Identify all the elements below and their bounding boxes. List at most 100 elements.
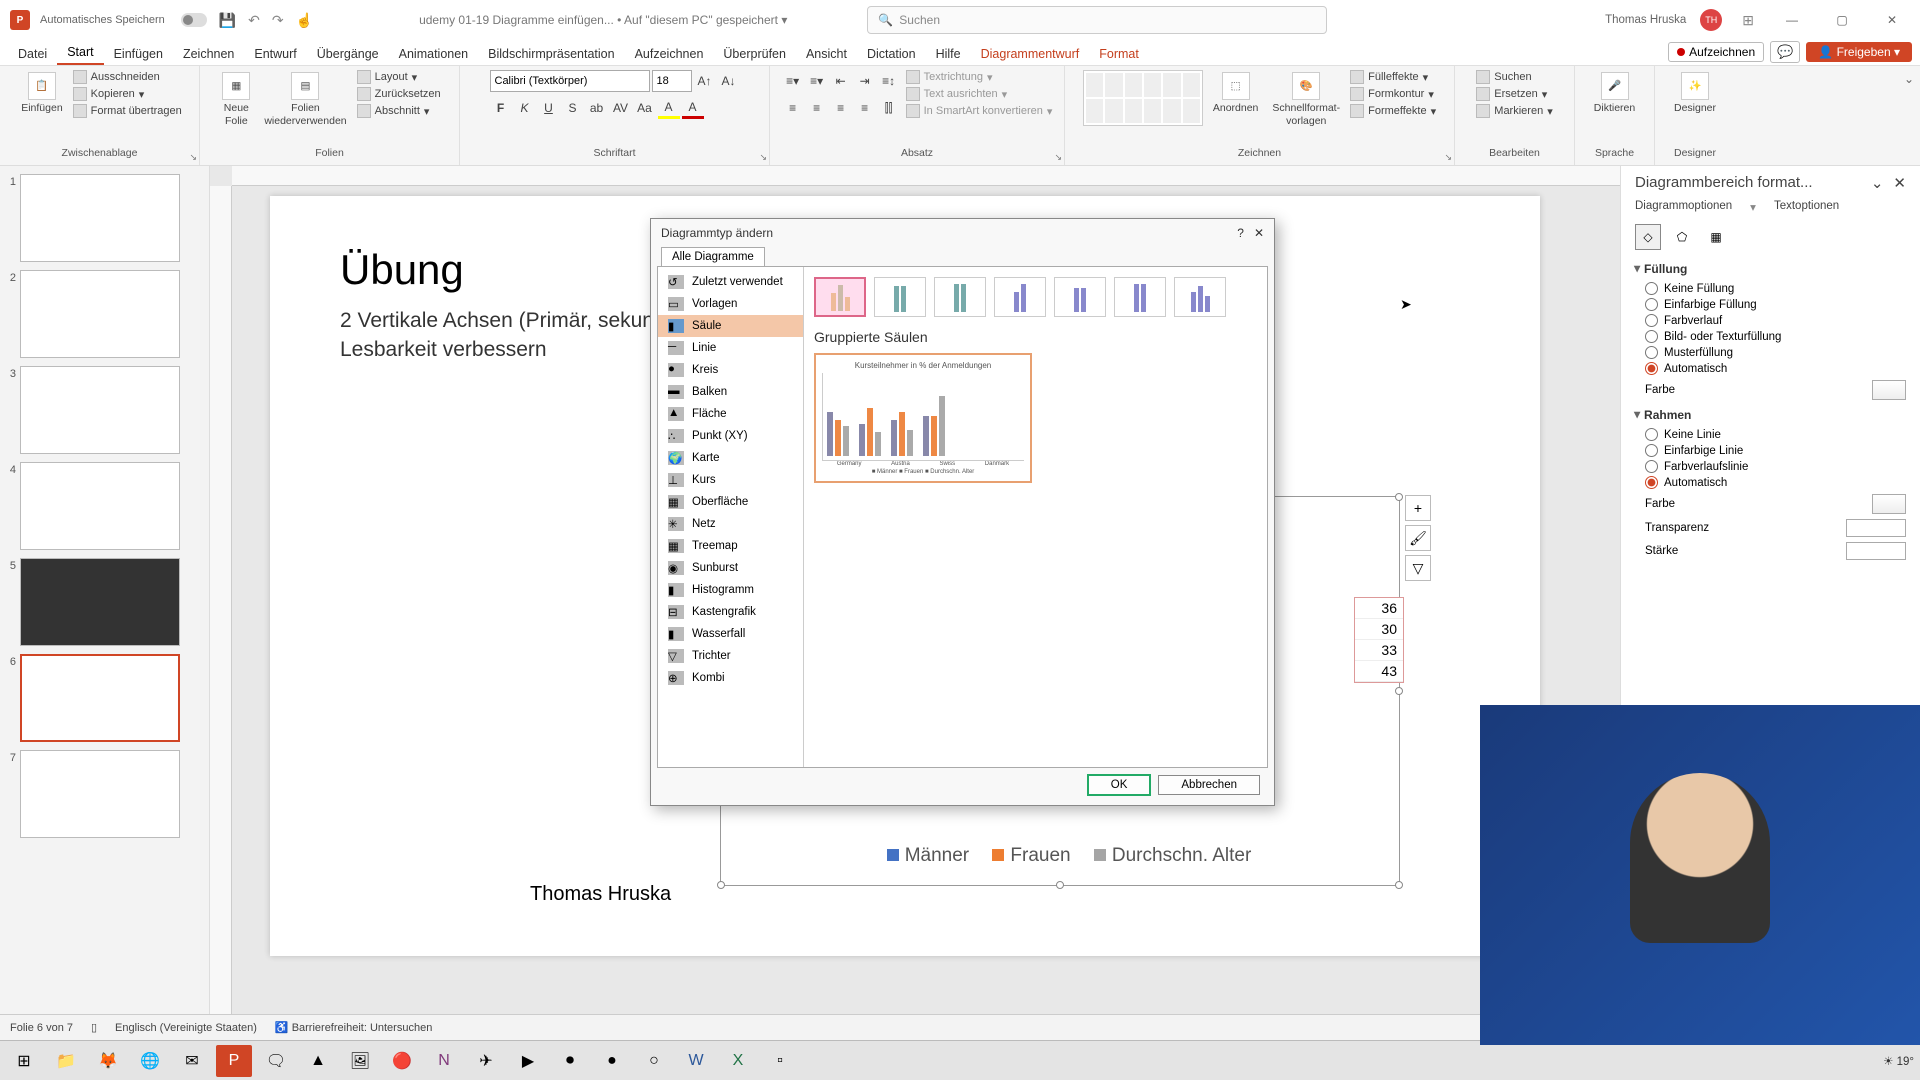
taskbar-app3-icon[interactable]: ▶ — [510, 1045, 546, 1077]
italic-button[interactable]: K — [514, 97, 536, 119]
dialog-tab-all[interactable]: Alle Diagramme — [661, 247, 765, 266]
maximize-button[interactable]: ▢ — [1824, 13, 1860, 27]
autosave-toggle[interactable] — [181, 13, 207, 27]
chart-filters-button[interactable]: ▽ — [1405, 555, 1431, 581]
touch-icon[interactable]: ☝ — [296, 12, 313, 29]
cat-templates[interactable]: ▭Vorlagen — [658, 293, 803, 315]
bullets-button[interactable]: ≡▾ — [782, 70, 804, 92]
comments-button[interactable]: 💬 — [1770, 41, 1800, 63]
highlight-button[interactable]: A — [658, 97, 680, 119]
dictate-button[interactable]: 🎤Diktieren — [1590, 70, 1639, 117]
cat-recent[interactable]: ↺Zuletzt verwendet — [658, 271, 803, 293]
subtype-3d-stacked[interactable] — [1054, 277, 1106, 317]
case-button[interactable]: Aa — [634, 97, 656, 119]
chart-options-link[interactable]: Diagrammoptionen — [1635, 200, 1732, 214]
weather-widget[interactable]: ☀ 19° — [1883, 1054, 1914, 1068]
designer-button[interactable]: ✨Designer — [1670, 70, 1720, 117]
cut-button[interactable]: Ausschneiden — [73, 70, 182, 84]
text-align-button[interactable]: Text ausrichten ▾ — [906, 87, 1053, 101]
cat-surface[interactable]: ▦Oberfläche — [658, 491, 803, 513]
font-launcher-icon[interactable]: ↘ — [759, 152, 767, 163]
fill-color-picker[interactable] — [1872, 380, 1906, 400]
dialog-cancel-button[interactable]: Abbrechen — [1158, 775, 1260, 795]
cat-column[interactable]: ▮Säule — [658, 315, 803, 337]
numbering-button[interactable]: ≡▾ — [806, 70, 828, 92]
fill-none-radio[interactable]: Keine Füllung — [1645, 282, 1906, 295]
cat-waterfall[interactable]: ▮Wasserfall — [658, 623, 803, 645]
cat-combo[interactable]: ⊕Kombi — [658, 667, 803, 689]
shape-outline-button[interactable]: Formkontur ▾ — [1350, 87, 1436, 101]
tab-einfuegen[interactable]: Einfügen — [104, 43, 173, 65]
fill-pattern-radio[interactable]: Musterfüllung — [1645, 346, 1906, 359]
cat-treemap[interactable]: ▦Treemap — [658, 535, 803, 557]
justify-button[interactable]: ≡ — [854, 97, 876, 119]
border-none-radio[interactable]: Keine Linie — [1645, 428, 1906, 441]
taskbar-explorer-icon[interactable]: 📁 — [48, 1045, 84, 1077]
new-slide-button[interactable]: ▦Neue Folie — [218, 70, 254, 129]
bold-button[interactable]: F — [490, 97, 512, 119]
user-avatar[interactable]: TH — [1700, 9, 1722, 31]
text-direction-button[interactable]: Textrichtung ▾ — [906, 70, 1053, 84]
thumbnail-3[interactable]: 3 — [4, 366, 205, 454]
line-spacing-button[interactable]: ≡↕ — [878, 70, 900, 92]
thumbnail-7[interactable]: 7 — [4, 750, 205, 838]
cat-xy[interactable]: ∴Punkt (XY) — [658, 425, 803, 447]
indent-left-button[interactable]: ⇤ — [830, 70, 852, 92]
border-solid-radio[interactable]: Einfarbige Linie — [1645, 444, 1906, 457]
fill-gradient-radio[interactable]: Farbverlauf — [1645, 314, 1906, 327]
subtype-3d-clustered[interactable] — [994, 277, 1046, 317]
paragraph-launcher-icon[interactable]: ↘ — [1054, 152, 1062, 163]
taskbar-telegram-icon[interactable]: ✈ — [468, 1045, 504, 1077]
layout-button[interactable]: Layout ▾ — [357, 70, 441, 84]
fill-section-header[interactable]: Füllung — [1635, 262, 1906, 276]
tab-bildschirmpraesentation[interactable]: Bildschirmpräsentation — [478, 43, 624, 65]
cat-map[interactable]: 🌍Karte — [658, 447, 803, 469]
shape-effects-button[interactable]: Formeffekte ▾ — [1350, 104, 1436, 118]
ribbon-collapse-icon[interactable]: ⌄ — [1898, 66, 1920, 165]
taskbar-app2-icon[interactable]: 🔴 — [384, 1045, 420, 1077]
tab-hilfe[interactable]: Hilfe — [926, 43, 971, 65]
transparency-input[interactable] — [1846, 519, 1906, 537]
tray-icon[interactable]: ⊞ — [1742, 12, 1754, 29]
width-input[interactable] — [1846, 542, 1906, 560]
tab-dictation[interactable]: Dictation — [857, 43, 926, 65]
tab-uebergaenge[interactable]: Übergänge — [307, 43, 389, 65]
accessibility-pane-icon[interactable]: ▯ — [91, 1021, 97, 1034]
subtype-stacked[interactable] — [874, 277, 926, 317]
taskbar-outlook-icon[interactable]: ✉ — [174, 1045, 210, 1077]
tab-start[interactable]: Start — [57, 41, 103, 65]
drawing-launcher-icon[interactable]: ↘ — [1444, 152, 1452, 163]
taskbar-vlc-icon[interactable]: ▲ — [300, 1045, 336, 1077]
align-left-button[interactable]: ≡ — [782, 97, 804, 119]
taskbar-chrome-icon[interactable]: 🌐 — [132, 1045, 168, 1077]
align-right-button[interactable]: ≡ — [830, 97, 852, 119]
cat-pie[interactable]: ●Kreis — [658, 359, 803, 381]
save-icon[interactable]: 💾 — [219, 12, 236, 29]
section-button[interactable]: Abschnitt ▾ — [357, 104, 441, 118]
taskbar-powerpoint-icon[interactable]: P — [216, 1045, 252, 1077]
share-button[interactable]: 👤 Freigeben ▾ — [1806, 42, 1912, 62]
cat-funnel[interactable]: ▽Trichter — [658, 645, 803, 667]
underline-button[interactable]: U — [538, 97, 560, 119]
thumbnail-5[interactable]: 5 — [4, 558, 205, 646]
cat-boxwhisker[interactable]: ⊟Kastengrafik — [658, 601, 803, 623]
chart-preview[interactable]: Kursteilnehmer in % der Anmeldungen Germ… — [814, 353, 1032, 483]
cat-radar[interactable]: ✳Netz — [658, 513, 803, 535]
reset-button[interactable]: Zurücksetzen — [357, 87, 441, 101]
chart-elements-button[interactable]: + — [1405, 495, 1431, 521]
shape-fill-button[interactable]: Fülleffekte ▾ — [1350, 70, 1436, 84]
taskbar-rec-icon[interactable]: ● — [594, 1045, 630, 1077]
arrange-button[interactable]: ⬚Anordnen — [1209, 70, 1263, 117]
start-button[interactable]: ⊞ — [6, 1045, 42, 1077]
select-button[interactable]: Markieren ▾ — [1476, 104, 1552, 118]
language-status[interactable]: Englisch (Vereinigte Staaten) — [115, 1022, 257, 1034]
strike-button[interactable]: S — [562, 97, 584, 119]
columns-button[interactable]: ⫿⫿ — [878, 97, 900, 119]
indent-right-button[interactable]: ⇥ — [854, 70, 876, 92]
taskbar-obs-icon[interactable]: ⏺ — [552, 1045, 588, 1077]
text-options-link[interactable]: Textoptionen — [1774, 200, 1839, 214]
fill-auto-radio[interactable]: Automatisch — [1645, 362, 1906, 375]
paste-button[interactable]: 📋Einfügen — [17, 70, 66, 117]
tab-ueberpruefen[interactable]: Überprüfen — [713, 43, 796, 65]
border-auto-radio[interactable]: Automatisch — [1645, 476, 1906, 489]
